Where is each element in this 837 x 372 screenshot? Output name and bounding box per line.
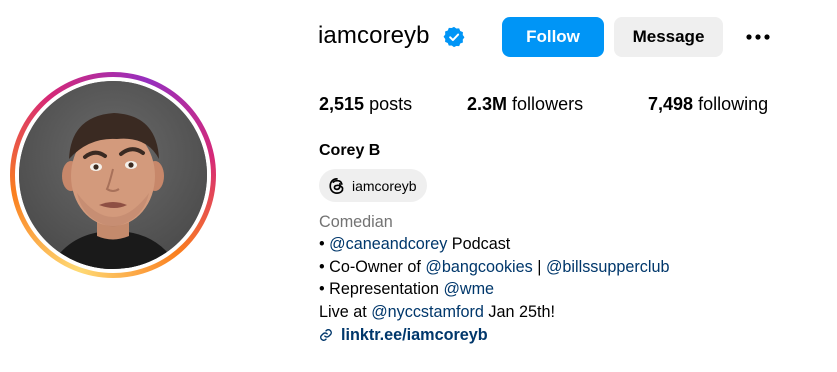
followers-count: 2.3M [467, 94, 508, 114]
link-url[interactable]: linktr.ee/iamcoreyb [341, 324, 488, 346]
followers-stat[interactable]: 2.3M followers [467, 94, 583, 115]
more-options-icon[interactable] [743, 22, 773, 52]
mention-nyccstamford[interactable]: @nyccstamford [371, 303, 484, 321]
verified-badge-icon [443, 26, 465, 48]
following-count: 7,498 [648, 94, 694, 114]
bio-line-coowner: • Co-Owner of @bangcookies | @billssuppe… [319, 256, 669, 278]
threads-handle: iamcoreyb [352, 177, 417, 194]
mention-billssupperclub[interactable]: @billssupperclub [546, 258, 670, 276]
profile-category: Comedian [319, 213, 393, 231]
profile-username: iamcoreyb [318, 22, 430, 49]
bio-text: • Representation [319, 280, 444, 299]
threads-logo-icon [329, 177, 344, 194]
profile-avatar[interactable] [19, 81, 207, 269]
mention-caneandcorey[interactable]: @caneandcorey [329, 235, 447, 253]
followers-label: followers [512, 94, 584, 114]
posts-label: posts [369, 94, 413, 114]
avatar-photo [19, 81, 207, 269]
bio-bullet: • [319, 235, 330, 254]
profile-full-name: Corey B [319, 142, 381, 159]
profile-bio: Comedian • @caneandcorey Podcast • Co-Ow… [319, 211, 669, 346]
profile-header: iamcoreyb Follow Message [318, 16, 818, 58]
bio-line-podcast: • @caneandcorey Podcast [319, 233, 669, 255]
bio-text: Jan 25th! [483, 302, 556, 321]
following-stat[interactable]: 7,498 following [648, 94, 768, 115]
profile-avatar-ring[interactable] [10, 72, 216, 278]
threads-link-button[interactable]: iamcoreyb [319, 169, 427, 202]
posts-count: 2,515 [319, 94, 365, 114]
posts-stat: 2,515 posts [319, 94, 412, 115]
bio-separator: | [532, 257, 546, 276]
mention-bangcookies[interactable]: @bangcookies [425, 258, 532, 276]
bio-text: Live at [319, 302, 372, 321]
message-button[interactable]: Message [614, 17, 723, 57]
bio-text: • Co-Owner of [319, 257, 426, 276]
bio-external-link[interactable]: linktr.ee/iamcoreyb [319, 324, 669, 346]
mention-wme[interactable]: @wme [443, 280, 494, 298]
bio-text: Podcast [447, 235, 511, 254]
bio-line-representation: • Representation @wme [319, 278, 669, 300]
link-icon [320, 329, 332, 342]
follow-button[interactable]: Follow [502, 17, 604, 57]
avatar-gap [15, 77, 211, 273]
bio-line-live: Live at @nyccstamford Jan 25th! [319, 301, 669, 323]
following-label: following [698, 94, 769, 114]
